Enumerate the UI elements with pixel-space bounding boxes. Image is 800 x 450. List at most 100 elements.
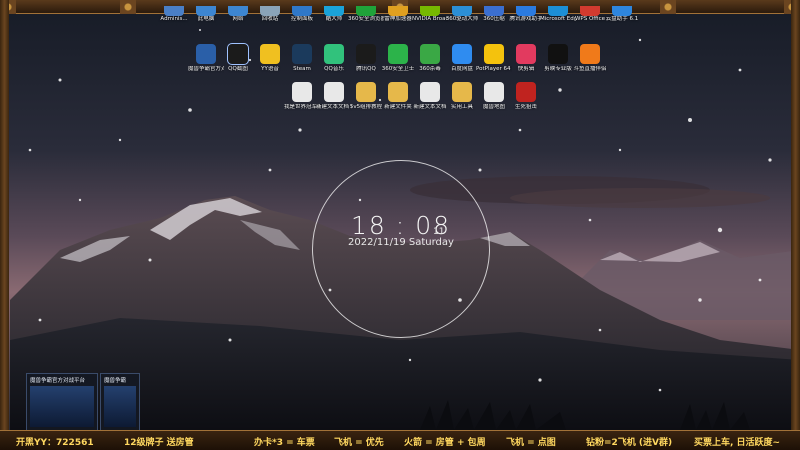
desktop-shortcut[interactable]: 360压缩	[476, 6, 512, 23]
desktop-shortcut[interactable]: 腾讯QQ	[348, 44, 384, 73]
desktop-shortcut[interactable]: 斗鱼直播伴侣	[572, 44, 608, 73]
ticker-item: 飞机 = 点图	[506, 438, 556, 448]
window-thumbnail[interactable]: 魔兽争霸官方对战平台	[26, 373, 98, 431]
desktop-shortcut[interactable]: QQ截图	[220, 43, 256, 73]
clock-separator: :	[395, 211, 407, 240]
game-icon	[516, 6, 536, 16]
desktop-shortcut[interactable]: 快剪辑	[508, 44, 544, 73]
desktop-shortcut-label: 此电脑	[197, 16, 215, 22]
app-icon	[324, 6, 344, 16]
desktop-shortcut[interactable]: WPS Office	[572, 6, 608, 23]
desktop-shortcut-label: WPS Office	[574, 16, 606, 22]
desktop-shortcut[interactable]: 实用工具	[444, 82, 480, 111]
desktop-shortcut-label: 网络	[232, 16, 244, 22]
edge-icon	[548, 6, 568, 16]
desktop-shortcut[interactable]: PotPlayer 64 bit	[476, 44, 512, 73]
desktop-shortcut[interactable]: 酷大师	[316, 6, 352, 23]
frame-ornament	[120, 0, 136, 14]
user-folder-icon	[164, 6, 184, 16]
desktop-shortcut[interactable]: 腾讯游戏助手	[508, 6, 544, 23]
ticker-item: 钻粉=2飞机 (进V群)	[586, 438, 673, 448]
desktop-shortcut-label: NVIDIA Broadcast	[412, 16, 448, 22]
network-icon	[228, 6, 248, 16]
frame-ornament	[660, 0, 676, 14]
thumbnail-title: 魔兽争霸官方对战平台	[30, 378, 86, 384]
desktop-shortcut-label: 剪映专业版	[544, 66, 572, 72]
desktop-shortcut[interactable]: 雷神加速器	[380, 6, 416, 23]
desktop-shortcut-label: 快剪辑	[517, 66, 535, 72]
desktop-shortcut[interactable]: 新建文本文档 (2)	[316, 82, 352, 111]
desktop-shortcut-label: 实用工具	[450, 104, 473, 110]
yy-icon	[260, 44, 280, 64]
desktop-shortcut[interactable]: 百度网盘	[444, 44, 480, 73]
desktop-shortcut[interactable]: 魔兽地图	[476, 82, 512, 111]
recycle-bin-icon	[260, 6, 280, 16]
ticker-item: 买票上车, 日活跃度~	[694, 438, 781, 448]
desktop-shortcut[interactable]: 新建文件夹	[380, 82, 416, 111]
music-icon	[324, 44, 344, 64]
desktop-shortcut-label: 斗鱼直播伴侣	[573, 66, 607, 72]
control-panel-icon	[292, 6, 312, 16]
desktop-shortcut[interactable]: 360安全浏览器	[348, 6, 384, 23]
browser-icon	[356, 6, 376, 16]
desktop-shortcut-label: 腾讯QQ	[356, 66, 376, 72]
thumbnail-preview	[104, 386, 136, 427]
qq-penguin-icon	[356, 44, 376, 64]
desktop-shortcut[interactable]: NVIDIA Broadcast	[412, 6, 448, 23]
desktop-shortcut-label: YY语音	[261, 66, 279, 72]
desktop-shortcut[interactable]: 5v5组排教程	[348, 82, 384, 111]
stream-frame-right	[791, 0, 800, 450]
desktop-shortcut[interactable]: Microsoft Edge	[540, 6, 576, 23]
desktop-shortcut-label: Steam	[293, 66, 311, 72]
archive-icon	[484, 6, 504, 16]
desktop-shortcut-label: 腾讯游戏助手	[509, 16, 543, 22]
steam-icon	[292, 44, 312, 64]
desktop-shortcut[interactable]: 回收站	[252, 6, 288, 23]
wps-icon	[580, 6, 600, 16]
desktop-shortcut[interactable]: 控制面板	[284, 6, 320, 23]
desktop-shortcut-label: 我是世界冠军平台	[284, 104, 320, 110]
ticker-item: 飞机 = 优先	[334, 438, 384, 448]
document-icon	[484, 82, 504, 102]
desktop-shortcut-label: 魔兽争霸官方对战平台	[188, 66, 224, 72]
desktop-shortcut[interactable]: 360安全卫士	[380, 44, 416, 73]
desktop-shortcut[interactable]: 云盘助手 6.1	[604, 6, 640, 23]
clock-hour: 18	[350, 211, 387, 240]
video-edit-icon	[516, 44, 536, 64]
desktop-shortcut[interactable]: 魔兽争霸官方对战平台	[188, 44, 224, 73]
desktop-shortcut-label: 360驱动大师	[445, 16, 479, 22]
window-thumbnail[interactable]: 魔兽争霸	[100, 373, 140, 431]
desktop-shortcut[interactable]: 剪映专业版	[540, 44, 576, 73]
shield-icon	[420, 44, 440, 64]
desktop-shortcut-label: 360压缩	[483, 16, 505, 22]
desktop-shortcut-label: 360安全浏览器	[348, 16, 384, 22]
ticker-item: 火箭 = 房管 + 包周	[404, 438, 486, 448]
desktop-shortcut-label: 雷神加速器	[384, 16, 412, 22]
desktop-shortcut[interactable]: 360杀毒	[412, 44, 448, 73]
ticker-item: 12级牌子 送房管	[124, 438, 194, 448]
desktop-shortcut-label: QQ音乐	[324, 66, 344, 72]
clock-date: 2022/11/19 Saturday	[348, 237, 454, 248]
desktop-stream-view: Adminis... 此电脑 网络 回收站 控制面板 酷大师 360安全浏览器 雷神加速器 NV…	[0, 0, 800, 450]
clock-widget: 18:08 11 2022/11/19 Saturday	[312, 160, 490, 338]
desktop-shortcut[interactable]: 新建文本文档	[412, 82, 448, 111]
desktop-shortcut[interactable]: 我是世界冠军平台	[284, 82, 320, 111]
text-file-icon	[324, 82, 344, 102]
tools-folder-icon	[452, 82, 472, 102]
desktop-shortcut[interactable]: YY语音	[252, 44, 288, 73]
desktop-shortcut[interactable]: 生死狙击	[508, 82, 544, 111]
desktop-shortcut-label: 新建文本文档	[413, 104, 447, 110]
desktop-shortcut[interactable]: 此电脑	[188, 6, 224, 23]
folder-icon	[388, 82, 408, 102]
desktop-shortcut[interactable]: 360驱动大师	[444, 6, 480, 23]
desktop-shortcut[interactable]: 网络	[220, 6, 256, 23]
desktop-shortcut[interactable]: QQ音乐	[316, 44, 352, 73]
text-file-icon	[420, 82, 440, 102]
desktop-shortcut-label: 控制面板	[290, 16, 313, 22]
desktop-shortcut[interactable]: Steam	[284, 44, 320, 73]
computer-icon	[196, 6, 216, 16]
desktop-shortcut[interactable]: Adminis...	[156, 6, 192, 23]
desktop-shortcut-label: 酷大师	[325, 16, 343, 22]
desktop-shortcut-label: 魔兽地图	[482, 104, 505, 110]
desktop-shortcut-label: 百度网盘	[450, 66, 473, 72]
